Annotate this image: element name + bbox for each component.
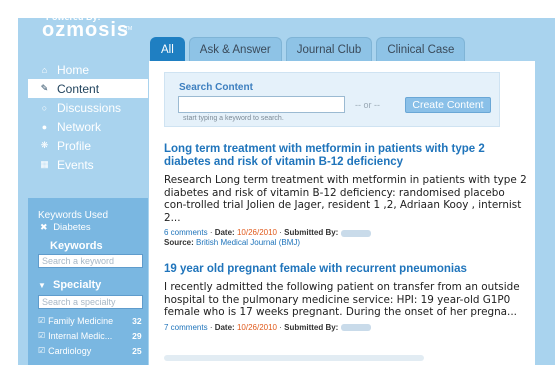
specialty-heading-label: Specialty bbox=[52, 279, 102, 291]
create-content-button[interactable]: Create Content bbox=[405, 97, 491, 113]
home-icon: ⌂ bbox=[41, 64, 48, 75]
tab-all[interactable]: All bbox=[150, 37, 185, 61]
keywords-used-heading: Keywords Used bbox=[38, 210, 109, 221]
date-label: Date: bbox=[214, 322, 235, 332]
search-input[interactable] bbox=[178, 96, 345, 113]
specialty-count: 25 bbox=[132, 345, 142, 356]
keyword-tag[interactable]: ✖ Diabetes bbox=[28, 222, 148, 233]
keyword-tag-label: Diabetes bbox=[53, 222, 91, 233]
sidebar-item-home[interactable]: ⌂ Home bbox=[28, 60, 148, 79]
sidebar-item-label: Home bbox=[57, 62, 90, 77]
checkbox-icon[interactable]: ☑ bbox=[38, 316, 45, 325]
sidebar-item-content[interactable]: ✎ Content bbox=[28, 79, 148, 98]
profile-gear-icon: ❋ bbox=[40, 140, 49, 150]
submitter-name-redacted[interactable] bbox=[340, 324, 371, 332]
specialty-search-input[interactable]: Search a specialty bbox=[38, 295, 143, 309]
article-title[interactable]: 19 year old pregnant female with recurre… bbox=[164, 263, 529, 276]
article-meta: 6 comments · Date: 10/26/2010 · Submitte… bbox=[164, 228, 529, 237]
search-hint: start typing a keyword to search. bbox=[183, 115, 284, 122]
brand-tm: TM bbox=[125, 26, 133, 32]
article-excerpt: I recently admitted the following patien… bbox=[164, 281, 520, 319]
article-excerpt: Research Long term treatment with metfor… bbox=[164, 174, 527, 224]
sidebar-item-profile[interactable]: ❋ Profile bbox=[28, 136, 148, 155]
sidebar: ⌂ Home ✎ Content ○ Discussions ● Network… bbox=[28, 60, 148, 174]
checkbox-icon[interactable]: ☑ bbox=[38, 346, 45, 355]
specialty-name: Cardiology bbox=[48, 345, 92, 356]
specialty-item[interactable]: ☑ Family Medicine 32 bbox=[28, 314, 148, 327]
specialty-count: 29 bbox=[132, 330, 142, 341]
person-icon: ● bbox=[41, 121, 48, 132]
date-label: Date: bbox=[214, 228, 235, 238]
article-item: 19 year old pregnant female with recurre… bbox=[164, 263, 529, 332]
keyword-search-input[interactable]: Search a keyword bbox=[38, 254, 143, 268]
search-content-title: Search Content bbox=[179, 82, 253, 93]
article-meta: 7 comments · Date: 10/26/2010 · Submitte… bbox=[164, 323, 529, 332]
submitted-by-label: Submitted By: bbox=[284, 322, 339, 332]
specialty-item[interactable]: ☑ Cardiology 25 bbox=[28, 344, 148, 357]
specialty-heading[interactable]: ▼ Specialty bbox=[28, 279, 148, 291]
sidebar-item-discussions[interactable]: ○ Discussions bbox=[28, 98, 148, 117]
source-label: Source: bbox=[164, 238, 194, 248]
sidebar-item-network[interactable]: ● Network bbox=[28, 117, 148, 136]
sidebar-item-label: Discussions bbox=[57, 100, 122, 115]
sidebar-item-label: Events bbox=[57, 157, 94, 172]
article-source: Source: British Medical Journal (BMJ) bbox=[164, 238, 529, 247]
remove-tag-icon[interactable]: ✖ bbox=[40, 222, 48, 232]
filter-panel: Keywords Used ✖ Diabetes Keywords Search… bbox=[28, 198, 148, 365]
calendar-icon: ▦ bbox=[40, 159, 49, 169]
tab-ask-answer[interactable]: Ask & Answer bbox=[188, 37, 282, 61]
sidebar-item-label: Profile bbox=[57, 138, 92, 153]
next-article-faded bbox=[164, 355, 424, 361]
article-item: Long term treatment with metformin in pa… bbox=[164, 143, 529, 247]
specialty-item[interactable]: ☑ Internal Medic... 29 bbox=[28, 329, 148, 342]
specialty-name: Family Medicine bbox=[48, 315, 114, 326]
checkbox-icon[interactable]: ☑ bbox=[38, 331, 45, 340]
sidebar-nav: ⌂ Home ✎ Content ○ Discussions ● Network… bbox=[28, 60, 148, 174]
tab-journal-club[interactable]: Journal Club bbox=[285, 37, 373, 61]
panel-spacer bbox=[28, 198, 148, 210]
content-tabs: All Ask & Answer Journal Club Clinical C… bbox=[150, 37, 466, 61]
submitter-name-redacted[interactable] bbox=[340, 229, 371, 237]
search-content-box: Search Content start typing a keyword to… bbox=[164, 72, 500, 127]
article-date: 10/26/2010 bbox=[236, 322, 277, 332]
tab-clinical-case[interactable]: Clinical Case bbox=[376, 37, 466, 61]
specialty-name: Internal Medic... bbox=[48, 330, 113, 341]
magnifier-icon: ○ bbox=[41, 102, 48, 113]
main-content: Search Content start typing a keyword to… bbox=[149, 61, 535, 365]
collapse-triangle-icon: ▼ bbox=[38, 281, 46, 290]
specialty-count: 32 bbox=[132, 315, 142, 326]
sidebar-item-label: Content bbox=[57, 81, 100, 96]
sidebar-item-events[interactable]: ▦ Events bbox=[28, 155, 148, 174]
submitted-by-label: Submitted By: bbox=[284, 228, 339, 238]
article-date: 10/26/2010 bbox=[236, 228, 277, 238]
comments-link[interactable]: 7 comments bbox=[164, 323, 208, 332]
article-title[interactable]: Long term treatment with metformin in pa… bbox=[164, 143, 529, 169]
keywords-heading: Keywords bbox=[50, 240, 103, 252]
or-divider: -- or -- bbox=[355, 100, 380, 110]
brand-logo[interactable]: Powered By: ozmosis TM bbox=[22, 0, 132, 60]
sidebar-item-label: Network bbox=[57, 119, 102, 134]
brand-name: ozmosis bbox=[42, 19, 130, 41]
edit-icon: ✎ bbox=[40, 83, 49, 93]
comments-link[interactable]: 6 comments bbox=[164, 228, 208, 237]
source-link[interactable]: British Medical Journal (BMJ) bbox=[196, 238, 300, 247]
